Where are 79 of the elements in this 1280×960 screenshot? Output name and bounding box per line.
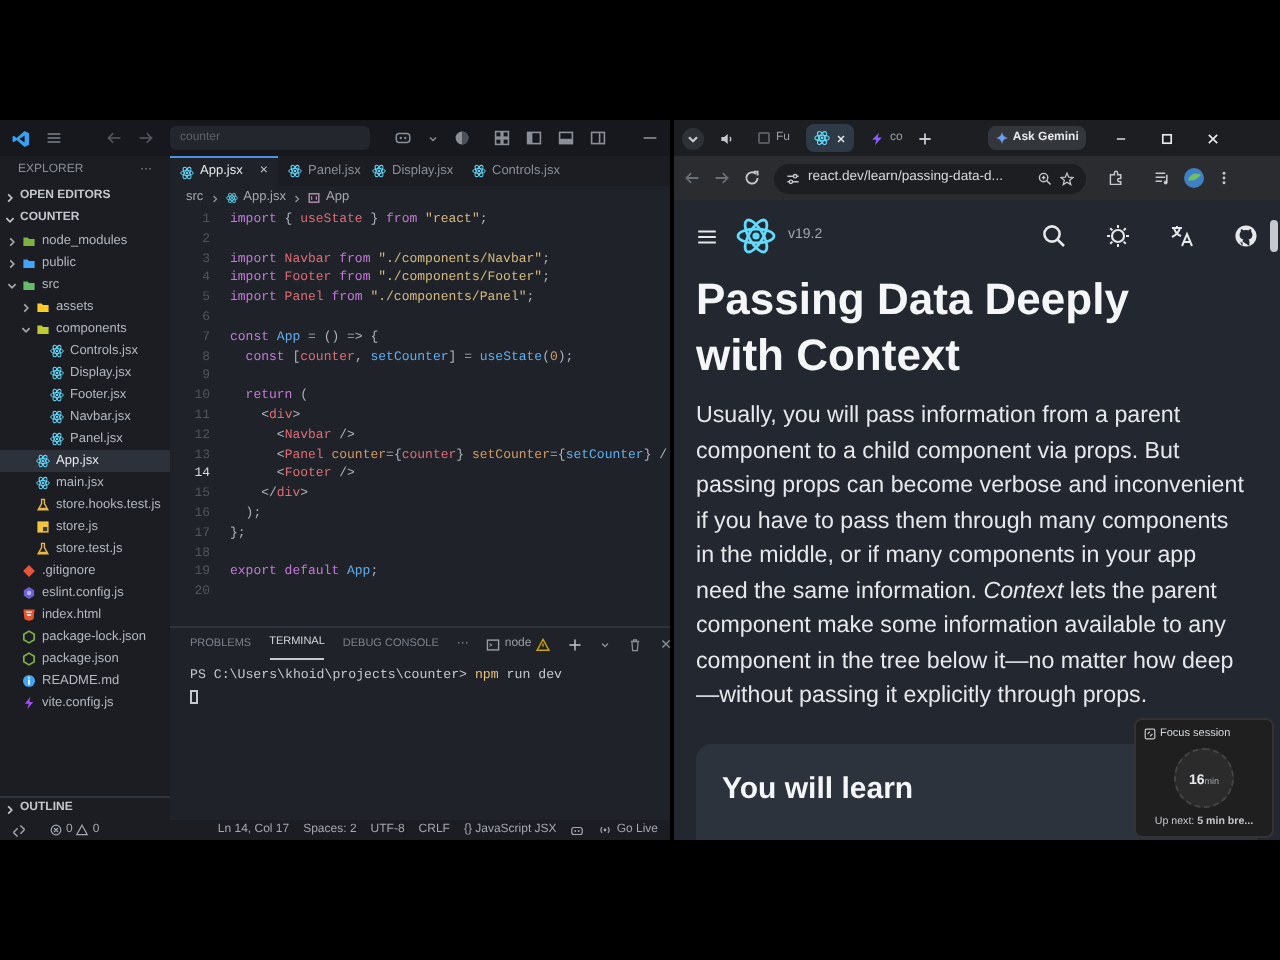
chevron-down-icon[interactable]: [428, 133, 438, 143]
terminal-cursor: [190, 689, 198, 704]
atom-icon: [50, 366, 64, 380]
react-logo-icon[interactable]: [734, 216, 778, 256]
flask-icon: [36, 498, 50, 512]
page-title: Passing Data Deeply with Context: [694, 272, 1131, 384]
js-file-icon: [36, 520, 50, 534]
puzzle-icon[interactable]: [1108, 170, 1124, 186]
hexagon-icon: [22, 586, 36, 600]
app-logo-icon: [12, 129, 30, 147]
customize-layout-icon[interactable]: [494, 130, 510, 146]
flask-icon: [36, 542, 50, 556]
warning-icon: [76, 824, 89, 836]
card-title: You will learn: [722, 769, 914, 809]
maximize-icon[interactable]: [1160, 131, 1175, 145]
warning-icon: [535, 637, 550, 651]
zoom-icon[interactable]: [1038, 171, 1052, 185]
focus-icon: [1144, 728, 1156, 741]
error-icon: [50, 824, 62, 836]
speaker-icon: [720, 131, 734, 145]
atom-icon: [814, 130, 831, 146]
sparkle-icon: [996, 132, 1009, 144]
terminal-icon: [486, 637, 501, 651]
site-settings-icon[interactable]: [786, 171, 800, 185]
broadcast-icon: [598, 824, 613, 836]
atom-icon: [180, 165, 194, 179]
chevron-right-icon[interactable]: [4, 191, 16, 203]
chevron-down-icon[interactable]: [6, 279, 18, 291]
translate-icon[interactable]: [1170, 224, 1194, 248]
menu-icon[interactable]: [696, 225, 718, 247]
remote-icon[interactable]: [12, 823, 26, 837]
chevron-down-icon[interactable]: [4, 213, 16, 225]
atom-icon: [50, 410, 64, 424]
forward-arrow-icon[interactable]: [138, 130, 154, 146]
favicon-icon: [758, 132, 770, 144]
chevron-right-icon: [292, 193, 302, 203]
search-icon[interactable]: [1042, 224, 1066, 248]
github-icon[interactable]: [1234, 224, 1258, 248]
back-arrow-icon[interactable]: [684, 170, 700, 186]
symbol-icon: [308, 192, 320, 204]
sun-icon[interactable]: [1106, 224, 1130, 248]
media-icon[interactable]: [1154, 170, 1170, 186]
atom-icon: [50, 432, 64, 446]
plus-icon[interactable]: [567, 637, 582, 651]
chevron-right-icon: [209, 193, 220, 203]
toggle-secondary-sidebar-icon[interactable]: [590, 130, 606, 146]
reload-icon[interactable]: [744, 170, 760, 186]
profile-avatar[interactable]: [1184, 168, 1204, 188]
chevron-down-icon[interactable]: [599, 639, 610, 649]
lightning-icon: [870, 131, 885, 145]
toggle-panel-icon[interactable]: [558, 130, 574, 146]
atom-icon: [288, 164, 302, 178]
atom-icon: [372, 164, 386, 178]
atom-icon: [50, 388, 64, 402]
new-tab-icon[interactable]: [918, 131, 933, 145]
atom-icon: [472, 164, 486, 178]
chevron-right-icon[interactable]: [20, 301, 32, 313]
atom-icon: [50, 344, 64, 358]
copilot-icon[interactable]: [570, 823, 585, 837]
more-menu-icon[interactable]: [1218, 170, 1230, 186]
info-icon: [22, 674, 36, 688]
trash-icon[interactable]: [627, 637, 642, 651]
copilot-icon[interactable]: [394, 130, 412, 146]
chevron-down-icon[interactable]: [20, 323, 32, 335]
git-icon: [22, 564, 36, 578]
atom-icon: [36, 454, 50, 468]
html-file-icon: [22, 608, 36, 622]
intro-paragraph: Usually, you will pass information from a parent component to a child component via props. But passing props can become verbose and inconvenient if you have to pass them through many components in the middle, or if many components in your app need the same information. Context lets the parent component make some information available to any component in the tree below it—no matter how deep—without passing it explicitly through props.: [694, 400, 1246, 712]
back-arrow-icon[interactable]: [106, 130, 122, 146]
atom-icon: [36, 476, 50, 490]
forward-arrow-icon[interactable]: [714, 170, 730, 186]
lightning-icon: [22, 696, 36, 710]
atom-icon: [225, 192, 238, 204]
chevron-right-icon[interactable]: [4, 803, 16, 815]
tab-search-icon[interactable]: [682, 127, 704, 149]
star-icon[interactable]: [1060, 171, 1074, 185]
toggle-sidebar-icon[interactable]: [526, 130, 542, 146]
browser-tab[interactable]: [806, 124, 855, 152]
scrollbar-thumb[interactable]: [1270, 220, 1278, 252]
